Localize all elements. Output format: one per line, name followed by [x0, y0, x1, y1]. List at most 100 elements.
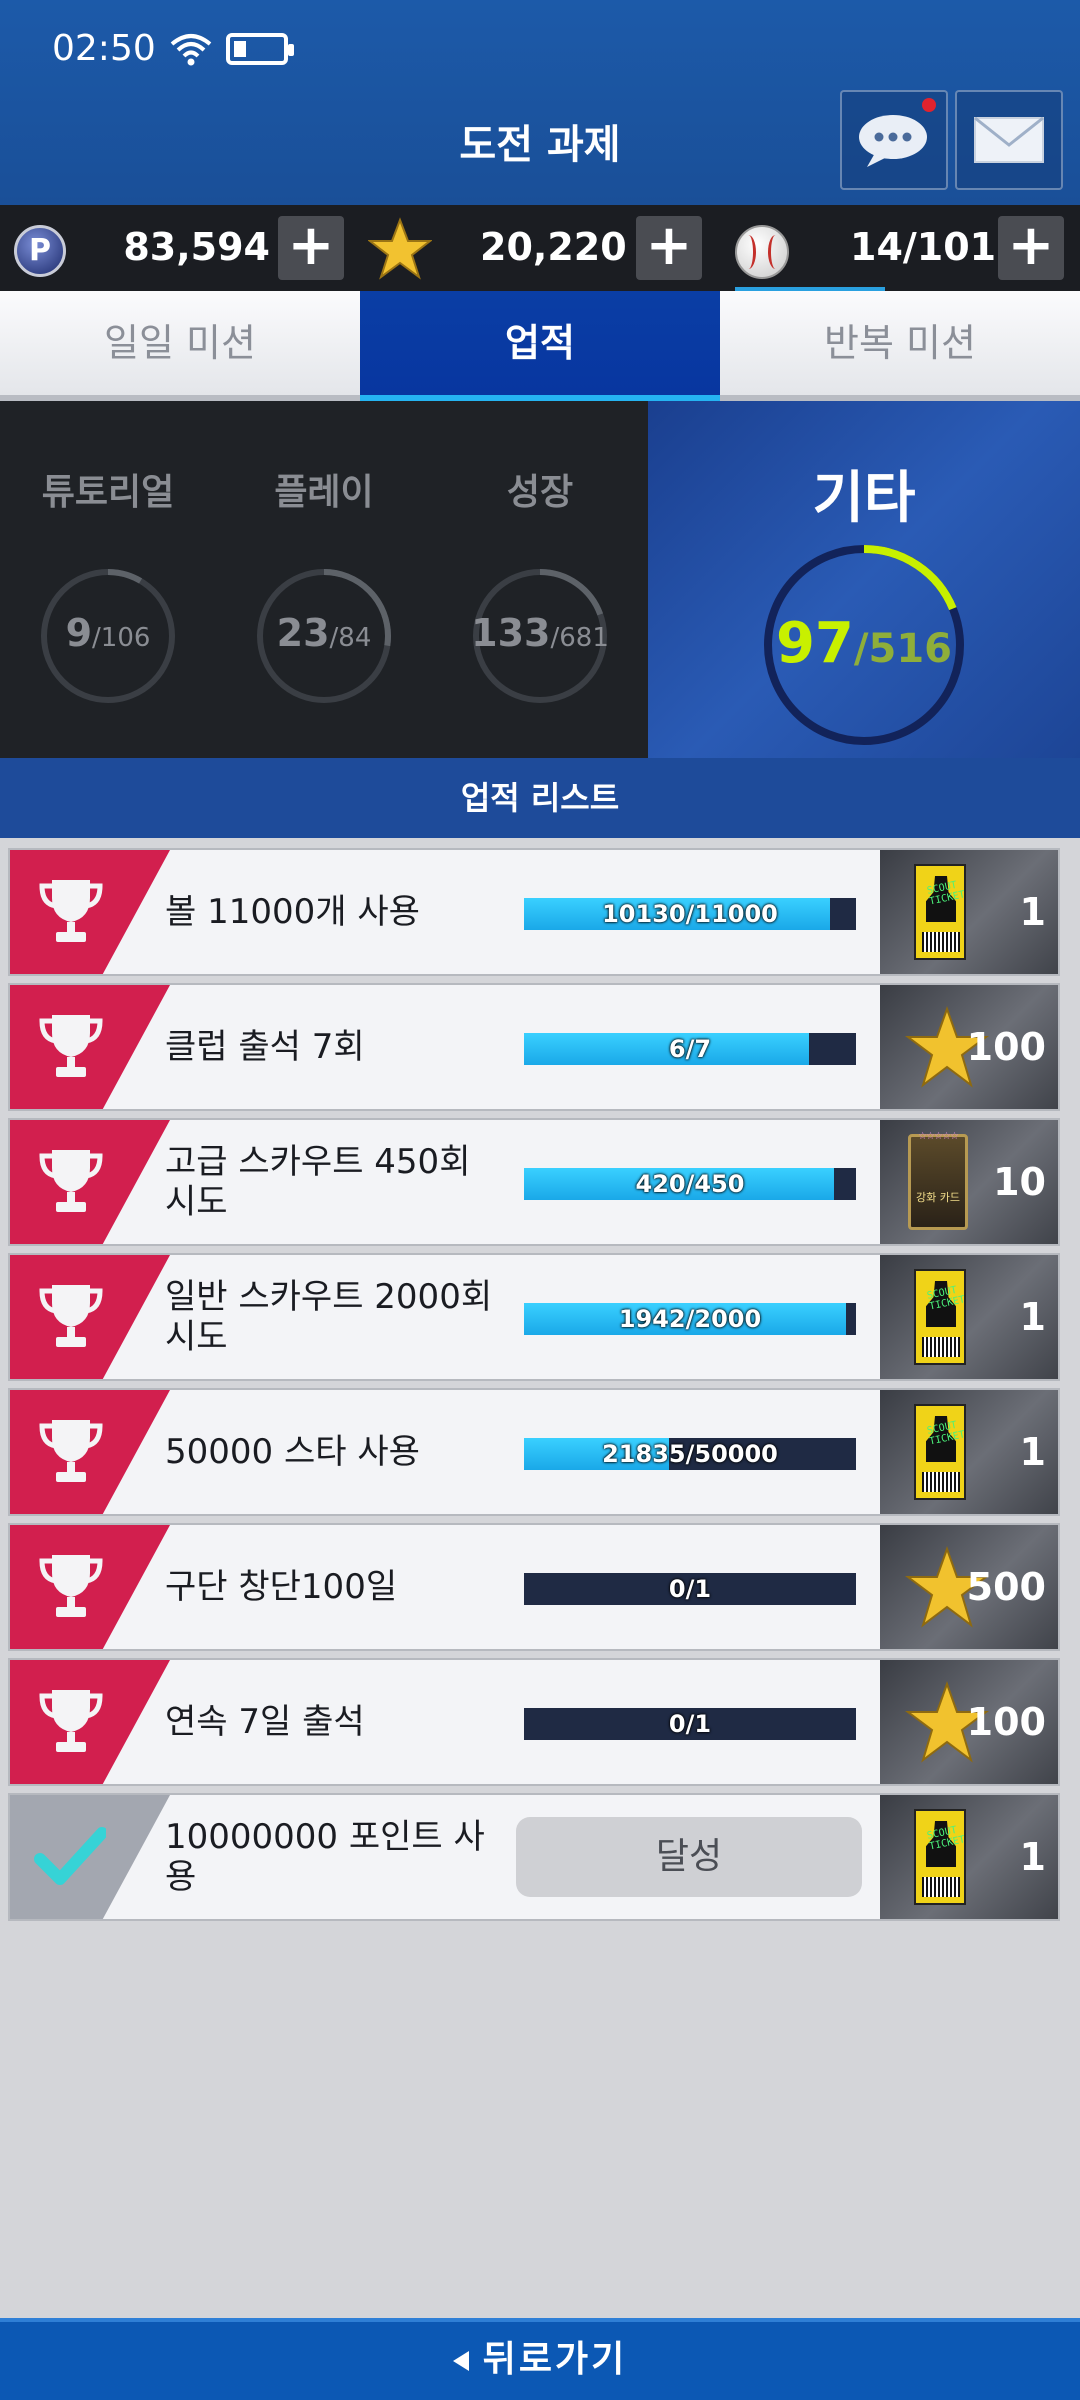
achievement-row[interactable]: 10000000 포인트 사용 달성 SCOUT TICKET 1 [8, 1793, 1060, 1921]
tab-bar: 일일 미션 업적 반복 미션 [0, 291, 1080, 401]
progress-label: 0/1 [668, 1575, 712, 1603]
category-growth[interactable]: 성장 133/681 [432, 401, 648, 758]
reward-amount: 1 [1019, 890, 1046, 934]
add-balls-button[interactable]: + [998, 216, 1064, 280]
reward-box: SCOUT TICKET 1 [880, 1255, 1058, 1379]
category-play[interactable]: 플레이 23/84 [216, 401, 432, 758]
tab-repeat-missions[interactable]: 반복 미션 [720, 291, 1080, 401]
achievement-title: 구단 창단100일 [165, 1567, 398, 1607]
battery-icon [225, 32, 294, 65]
achievement-badge [10, 1120, 170, 1244]
achievement-badge [10, 1795, 170, 1919]
achievement-badge [10, 850, 170, 974]
points-icon: P [14, 225, 66, 277]
trophy-icon [39, 1420, 103, 1482]
ticket-text: SCOUT TICKET [926, 879, 967, 908]
trophy-icon [39, 1690, 103, 1752]
progress-bar: 1942/2000 [524, 1303, 856, 1335]
category-group: 튜토리얼 9/106 플레이 23/84 성장 133/681 [0, 401, 648, 758]
notification-dot [922, 98, 936, 112]
reward-box: 500 [880, 1525, 1058, 1649]
achievement-title: 연속 7일 출석 [165, 1702, 365, 1742]
ticket-text: SCOUT TICKET [926, 1284, 967, 1313]
category-count: 23/84 [276, 611, 372, 655]
trophy-icon [39, 880, 103, 942]
progress-bar: 0/1 [524, 1708, 856, 1740]
ticket-text: SCOUT TICKET [926, 1824, 967, 1853]
add-stars-button[interactable]: + [636, 216, 702, 280]
reward-amount: 10 [993, 1160, 1046, 1204]
reward-amount: 1 [1019, 1835, 1046, 1879]
mail-icon [974, 117, 1044, 163]
trophy-icon [39, 1555, 103, 1617]
achievement-title: 클럽 출석 7회 [165, 1027, 365, 1067]
reward-box: SCOUT TICKET 1 [880, 1795, 1058, 1919]
progress-label: 6/7 [668, 1035, 712, 1063]
tab-achievements[interactable]: 업적 [360, 291, 720, 401]
back-arrow-icon [452, 2351, 469, 2371]
card-caption: 강화 카드 [916, 1191, 960, 1204]
mail-button[interactable] [955, 90, 1063, 190]
achievement-badge [10, 1525, 170, 1649]
featured-category-label: 기타 [812, 466, 916, 531]
achievement-badge [10, 985, 170, 1109]
achievement-row[interactable]: 클럽 출석 7회 6/7 100 [8, 983, 1060, 1111]
category-tutorial[interactable]: 튜토리얼 9/106 [0, 401, 216, 758]
ticket-text: SCOUT TICKET [926, 1419, 967, 1448]
achievement-row[interactable]: 고급 스카우트 450회 시도 420/450 ☆☆☆☆☆ 강화 카드 10 [8, 1118, 1060, 1246]
trophy-icon [39, 1015, 103, 1077]
stars-value: 20,220 [480, 225, 627, 269]
reward-box: ☆☆☆☆☆ 강화 카드 10 [880, 1120, 1058, 1244]
achievement-list: 볼 11000개 사용 10130/11000 SCOUT TICKET 1 클럽 출석… [8, 848, 1060, 1928]
achievement-row[interactable]: 50000 스타 사용 21835/50000 SCOUT TICKET 1 [8, 1388, 1060, 1516]
progress-bar: 0/1 [524, 1573, 856, 1605]
achievement-title: 볼 11000개 사용 [165, 892, 420, 932]
currency-bar: P 83,594 + 20,220 + 14/101 + [0, 205, 1080, 291]
reward-amount: 1 [1019, 1430, 1046, 1474]
achievement-title: 고급 스카우트 450회 시도 [165, 1142, 471, 1222]
progress-bar: 21835/50000 [524, 1438, 856, 1470]
progress-label: 1942/2000 [618, 1305, 762, 1333]
tab-daily-missions[interactable]: 일일 미션 [0, 291, 360, 401]
achievement-row[interactable]: 일반 스카우트 2000회 시도 1942/2000 SCOUT TICKET 1 [8, 1253, 1060, 1381]
achievement-title: 10000000 포인트 사용 [165, 1817, 485, 1897]
back-label: 뒤로가기 [482, 2339, 628, 2380]
achievement-row[interactable]: 연속 7일 출석 0/1 100 [8, 1658, 1060, 1786]
balls-value: 14/101 [850, 225, 997, 269]
progress-label: 21835/50000 [602, 1440, 778, 1468]
app-header: 02:50 도전 과제 [0, 0, 1080, 205]
reward-box: 100 [880, 1660, 1058, 1784]
progress-label: 0/1 [668, 1710, 712, 1738]
achievement-row[interactable]: 구단 창단100일 0/1 500 [8, 1523, 1060, 1651]
reward-box: SCOUT TICKET 1 [880, 850, 1058, 974]
achievement-badge [10, 1255, 170, 1379]
reward-amount: 100 [966, 1700, 1046, 1744]
chat-button[interactable] [840, 90, 948, 190]
add-points-button[interactable]: + [278, 216, 344, 280]
achievement-row[interactable]: 볼 11000개 사용 10130/11000 SCOUT TICKET 1 [8, 848, 1060, 976]
reward-box: SCOUT TICKET 1 [880, 1390, 1058, 1514]
back-button[interactable]: 뒤로가기 [0, 2318, 1080, 2400]
scout-ticket-icon: SCOUT TICKET [914, 1269, 966, 1365]
achievement-categories: 튜토리얼 9/106 플레이 23/84 성장 133/681 기타 97/51… [0, 401, 1080, 838]
achievement-title: 50000 스타 사용 [165, 1432, 420, 1472]
category-label: 플레이 [274, 472, 374, 513]
progress-bar: 6/7 [524, 1033, 856, 1065]
category-etc[interactable]: 기타 97/516 [648, 401, 1080, 758]
progress-label: 10130/11000 [602, 900, 778, 928]
achievement-badge [10, 1390, 170, 1514]
reward-amount: 500 [966, 1565, 1046, 1609]
trophy-icon [39, 1150, 103, 1212]
achieved-button[interactable]: 달성 [516, 1817, 862, 1897]
progress-bar: 420/450 [524, 1168, 856, 1200]
chat-icon [859, 115, 927, 167]
reward-box: 100 [880, 985, 1058, 1109]
category-count: 9/106 [65, 611, 151, 655]
progress-label: 420/450 [635, 1170, 745, 1198]
status-bar: 02:50 [52, 28, 294, 69]
card-stars: ☆☆☆☆☆ [918, 1131, 959, 1142]
wifi-icon [170, 33, 212, 65]
featured-count: 97/516 [775, 611, 953, 676]
scout-ticket-icon: SCOUT TICKET [914, 864, 966, 960]
check-icon [34, 1827, 106, 1885]
